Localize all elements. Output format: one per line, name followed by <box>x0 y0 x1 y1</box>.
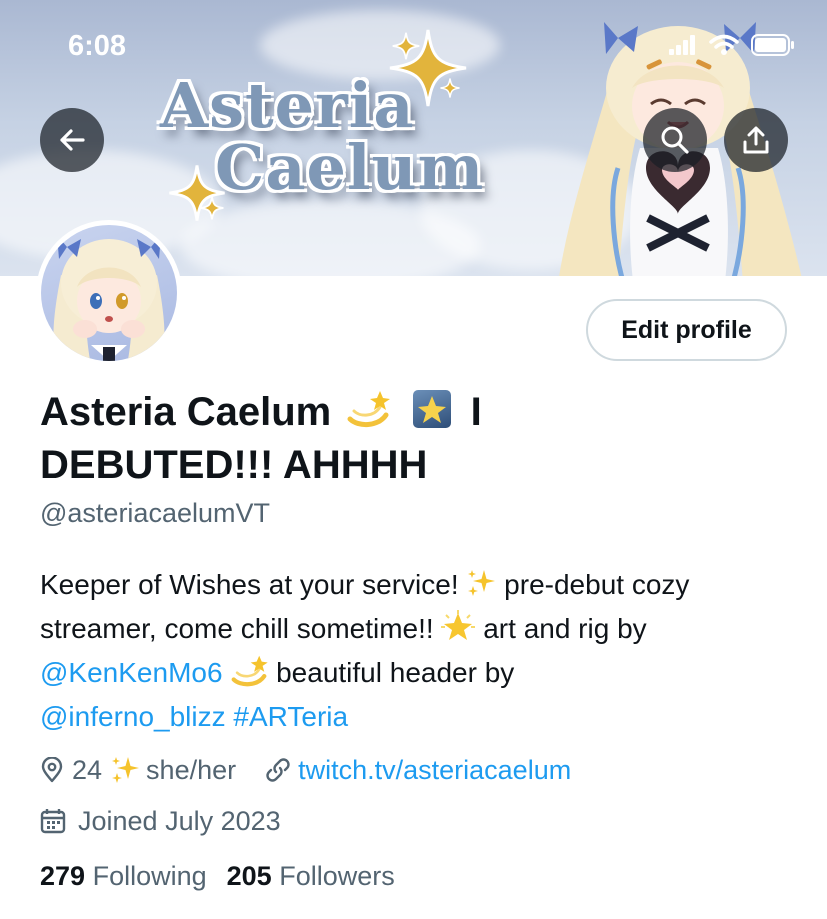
glowing-star-icon <box>418 396 447 423</box>
profile-avatar[interactable] <box>36 220 182 366</box>
following-label: Following <box>92 861 207 891</box>
avatar-image <box>41 225 177 361</box>
dizzy-emoji-icon <box>347 391 391 427</box>
bio-text: art and rig by <box>475 613 647 644</box>
signal-icon <box>669 35 695 55</box>
night-stars-emoji-icon <box>413 390 452 428</box>
sparkle-icon <box>200 196 224 220</box>
arrow-left-icon <box>60 129 85 151</box>
followers-stat[interactable]: 205 Followers <box>227 861 395 892</box>
display-name-text: Asteria Caelum <box>40 390 332 434</box>
search-button[interactable] <box>643 108 707 172</box>
follow-stats: 279 Following 205 Followers <box>40 861 395 892</box>
back-button[interactable] <box>40 108 104 172</box>
link-icon <box>264 756 292 784</box>
status-icons <box>669 34 795 56</box>
search-icon <box>661 126 689 154</box>
bio-text: Keeper of Wishes at your service! <box>40 569 467 600</box>
sparkles-emoji-icon <box>112 757 140 783</box>
avatar-illustration <box>53 235 165 361</box>
sparkles-emoji-icon <box>468 570 496 596</box>
hashtag-link[interactable]: #ARTeria <box>233 701 348 732</box>
share-button[interactable] <box>724 108 788 172</box>
location-icon <box>40 757 64 783</box>
share-icon <box>743 126 769 154</box>
display-name-suffix: I <box>470 390 482 434</box>
display-name-line2: DEBUTED!!! AHHHH <box>40 443 428 487</box>
profile-meta-row: 24 she/her twitch.tv/asteriacaelum <box>40 750 571 790</box>
bio-text: beautiful header by <box>268 657 515 688</box>
profile-handle: @asteriacaelumVT <box>40 498 270 528</box>
mention-link[interactable]: @inferno_blizz <box>40 701 226 732</box>
edit-profile-button[interactable]: Edit profile <box>586 299 787 361</box>
followers-label: Followers <box>279 861 395 891</box>
glowing-star-emoji-icon <box>441 610 476 640</box>
battery-icon <box>751 34 794 56</box>
display-name: Asteria Caelum I DEBUTED!!! AHHHH <box>40 386 600 492</box>
following-stat[interactable]: 279 Following <box>40 861 207 892</box>
sparkle-icon <box>392 32 420 60</box>
status-time: 6:08 <box>68 30 127 62</box>
sparkle-icon <box>440 78 460 98</box>
wifi-icon <box>709 34 739 55</box>
joined-text: Joined July 2023 <box>78 805 281 836</box>
profile-bio: Keeper of Wishes at your service! pre-de… <box>40 563 800 739</box>
pronouns-text: she/her <box>146 754 237 785</box>
location-text: 24 <box>72 754 103 785</box>
following-count: 279 <box>40 861 86 891</box>
mention-link[interactable]: @KenKenMo6 <box>40 657 223 688</box>
dizzy-emoji-icon <box>231 655 269 687</box>
followers-count: 205 <box>226 861 272 891</box>
website-link[interactable]: twitch.tv/asteriacaelum <box>298 755 571 786</box>
joined-row: Joined July 2023 <box>40 801 281 841</box>
calendar-icon <box>40 808 66 834</box>
